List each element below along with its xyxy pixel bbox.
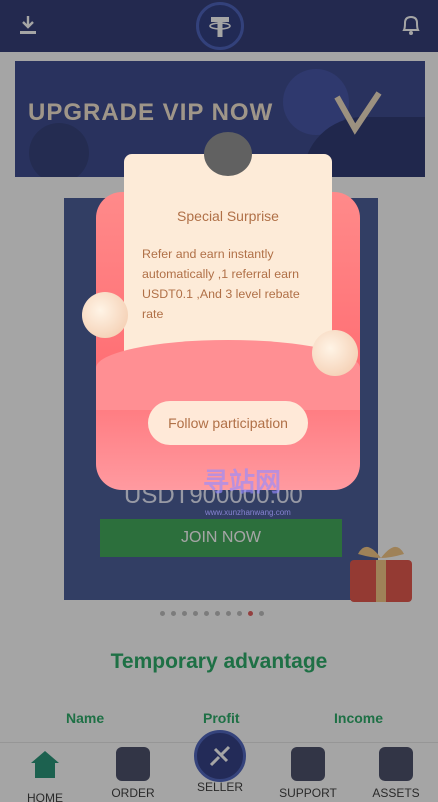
special-surprise-popup: Special Surprise Refer and earn instantl… <box>82 132 360 490</box>
popup-letter: Special Surprise Refer and earn instantl… <box>124 132 332 366</box>
watermark: 寻站网 <box>203 467 282 497</box>
watermark-url: www.xunzhanwang.com <box>205 508 291 517</box>
decor-ball <box>312 330 358 376</box>
popup-title: Special Surprise <box>177 208 279 224</box>
decor-ball <box>82 292 128 338</box>
popup-body: Refer and earn instantly automatically ,… <box>142 247 300 321</box>
follow-participation-button[interactable]: Follow participation <box>148 401 308 445</box>
